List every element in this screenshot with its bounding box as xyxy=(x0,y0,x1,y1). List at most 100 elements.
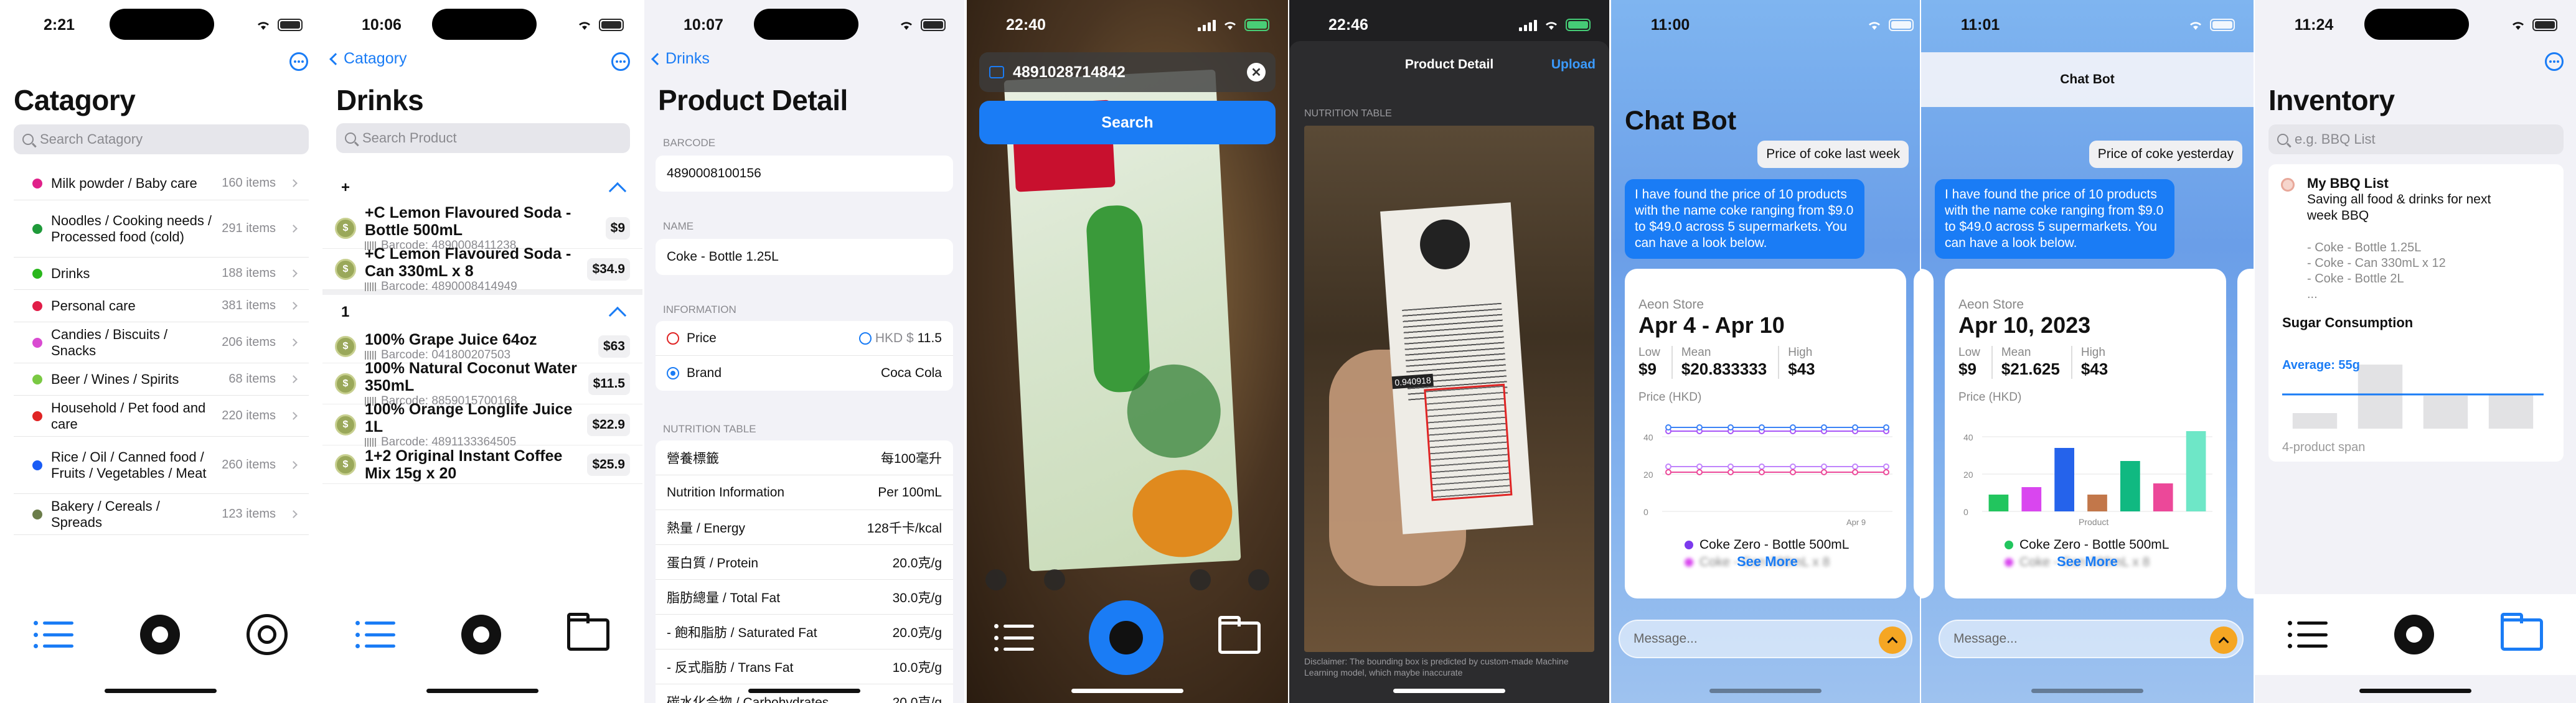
scan-tab-icon[interactable] xyxy=(2394,615,2434,654)
product-row[interactable]: $100% Orange Longlife Juice 1L Barcode: 4… xyxy=(322,401,642,449)
barcode-text: Barcode: 4890008414949 xyxy=(381,279,517,293)
send-button[interactable] xyxy=(1879,626,1906,654)
nutrition-key: - 反式脂肪 / Trans Fat xyxy=(667,660,794,675)
search-placeholder: e.g. BBQ List xyxy=(2295,131,2376,147)
category-row[interactable]: Milk powder / Baby care 160 items xyxy=(14,167,309,200)
category-row[interactable]: Rice / Oil / Canned food / Fruits / Vege… xyxy=(14,437,309,494)
stat-low: Low $9 xyxy=(1958,346,1980,378)
list-tab-icon[interactable] xyxy=(355,621,395,648)
scan-tab-icon[interactable] xyxy=(139,615,180,654)
category-row[interactable]: Household / Pet food and care 220 items xyxy=(14,396,309,437)
category-count: 220 items xyxy=(222,409,276,422)
category-count: 206 items xyxy=(222,335,276,349)
send-button[interactable] xyxy=(2210,626,2237,654)
product-icon: $ xyxy=(335,373,356,394)
clear-icon[interactable]: ✕ xyxy=(1247,63,1266,81)
upload-button[interactable]: Upload xyxy=(1551,57,1596,72)
data-point xyxy=(1852,463,1858,470)
status-time: 22:46 xyxy=(1328,16,1368,34)
product-row[interactable]: $ +C Lemon Flavoured Soda - Can 330mL x 8… xyxy=(322,245,642,293)
nutrition-row: - 反式脂肪 / Trans Fat 10.0克/g xyxy=(656,649,953,684)
message-input[interactable]: Message... xyxy=(1939,620,2244,658)
see-more-link[interactable]: See More xyxy=(2057,554,2118,570)
camera-icon[interactable] xyxy=(1190,569,1211,590)
gallery-icon[interactable] xyxy=(1044,569,1065,590)
price-card-partial[interactable] xyxy=(1914,269,1920,598)
price-stats: Low $9 Mean $21.625 High $43 xyxy=(1958,346,2108,379)
category-row[interactable]: Bakery / Cereals / Spreads 123 items xyxy=(14,494,309,535)
message-input[interactable]: Message... xyxy=(1619,620,1912,658)
category-row[interactable]: Beer / Wines / Spirits 68 items xyxy=(14,363,309,396)
folder-tab-icon[interactable] xyxy=(2500,613,2543,651)
section-header[interactable]: + xyxy=(322,168,642,208)
category-count: 68 items xyxy=(228,372,276,386)
list-tab-icon[interactable] xyxy=(33,621,73,648)
axis-label: Price (HKD) xyxy=(1638,391,1702,404)
barcode-icon xyxy=(365,350,376,360)
message-placeholder: Message... xyxy=(1953,631,2018,646)
list-tab-icon[interactable] xyxy=(2288,621,2328,648)
chart-title: Sugar Consumption xyxy=(2282,315,2414,330)
product-row[interactable]: $ +C Lemon Flavoured Soda - Bottle 500mL B… xyxy=(322,204,642,252)
nutrition-row: 蛋白質 / Protein 20.0克/g xyxy=(656,545,953,580)
search-input[interactable]: e.g. BBQ List xyxy=(2268,124,2564,154)
price-row[interactable]: Price HKD $11.5 xyxy=(656,321,953,356)
tab-bar xyxy=(322,594,642,675)
bar xyxy=(2153,483,2173,511)
name-field[interactable]: Coke - Bottle 1.25L xyxy=(656,239,953,275)
back-button[interactable]: Catagory xyxy=(329,50,407,68)
search-input[interactable]: Search Product xyxy=(336,123,630,153)
nutrition-row: 脂肪總量 / Total Fat 30.0克/g xyxy=(656,580,953,615)
list-item: - Coke - Bottle 1.25L xyxy=(2307,241,2422,254)
stat-high: High $43 xyxy=(2071,346,2108,379)
y-tick-label: 20 xyxy=(1643,470,1653,480)
search-button[interactable]: Search xyxy=(979,101,1276,144)
price-card[interactable]: Aeon Store Apr 4 - Apr 10 Low $9 Mean $20.… xyxy=(1625,269,1906,598)
data-point xyxy=(1665,463,1671,470)
category-count: 381 items xyxy=(222,299,276,312)
price-card[interactable]: Aeon Store Apr 10, 2023 Low $9 Mean $21.62… xyxy=(1945,269,2226,598)
nutrition-key: 營養標籤 xyxy=(667,451,719,466)
category-color-dot xyxy=(32,374,42,384)
chatbot-screen-2: 11:01 Chat Bot Price of coke yesterday I… xyxy=(1921,0,2254,703)
settings-tab-icon[interactable] xyxy=(247,614,288,655)
price-card-partial[interactable] xyxy=(1921,269,1934,598)
more-options-icon[interactable] xyxy=(611,52,630,71)
barcode-field[interactable]: 4890008100156 xyxy=(656,156,953,192)
inventory-screen: 11:24 Inventory e.g. BBQ List My BBQ Lis… xyxy=(2255,0,2576,703)
data-point xyxy=(1759,469,1765,475)
product-row[interactable]: $100% Grape Juice 64oz Barcode: 041800207… xyxy=(322,330,642,363)
back-button[interactable]: Drinks xyxy=(651,50,710,68)
folder-tab-icon[interactable] xyxy=(567,613,609,651)
wifi-icon xyxy=(2190,22,2201,30)
folder-tab-icon[interactable] xyxy=(1218,616,1261,654)
category-row[interactable]: Candies / Biscuits / Snacks 206 items xyxy=(14,322,309,363)
scanned-code-field[interactable]: 4891028714842 ✕ xyxy=(979,52,1276,92)
y-tick-label: 0 xyxy=(1963,507,1968,517)
search-input[interactable]: Search Catagory xyxy=(14,124,309,154)
see-more-link[interactable]: See More xyxy=(1737,554,1798,570)
status-time: 22:40 xyxy=(1006,16,1046,34)
disclaimer: Disclaimer: The bounding box is predicte… xyxy=(1304,656,1569,677)
scan-tab-icon[interactable] xyxy=(461,615,501,654)
bar xyxy=(2120,461,2140,511)
page-title: Inventory xyxy=(2268,84,2395,116)
more-options-icon[interactable] xyxy=(289,52,308,71)
flash-icon[interactable] xyxy=(1248,569,1269,590)
category-row[interactable]: Personal care 381 items xyxy=(14,290,309,322)
shutter-button[interactable] xyxy=(1089,600,1163,675)
bar xyxy=(2054,448,2074,511)
category-row[interactable]: Noodles / Cooking needs / Processed food… xyxy=(14,200,309,258)
price-card-partial[interactable] xyxy=(2237,269,2254,598)
product-row[interactable]: $1+2 Original Instant Coffee Mix 15g x 2… xyxy=(322,445,642,484)
inventory-card[interactable]: My BBQ List Saving all food & drinks for… xyxy=(2268,164,2564,462)
chat-icon[interactable] xyxy=(985,569,1007,590)
list-tab-icon[interactable] xyxy=(994,624,1034,651)
category-row[interactable]: Drinks 188 items xyxy=(14,258,309,290)
more-options-icon[interactable] xyxy=(2545,52,2564,71)
chevron-right-icon xyxy=(289,302,298,310)
brand-row[interactable]: Brand Coca Cola xyxy=(656,356,953,391)
product-row[interactable]: $100% Natural Coconut Water 350mL Barcode… xyxy=(322,360,642,407)
data-point xyxy=(1790,469,1796,475)
section-header[interactable]: 1 xyxy=(322,290,642,330)
